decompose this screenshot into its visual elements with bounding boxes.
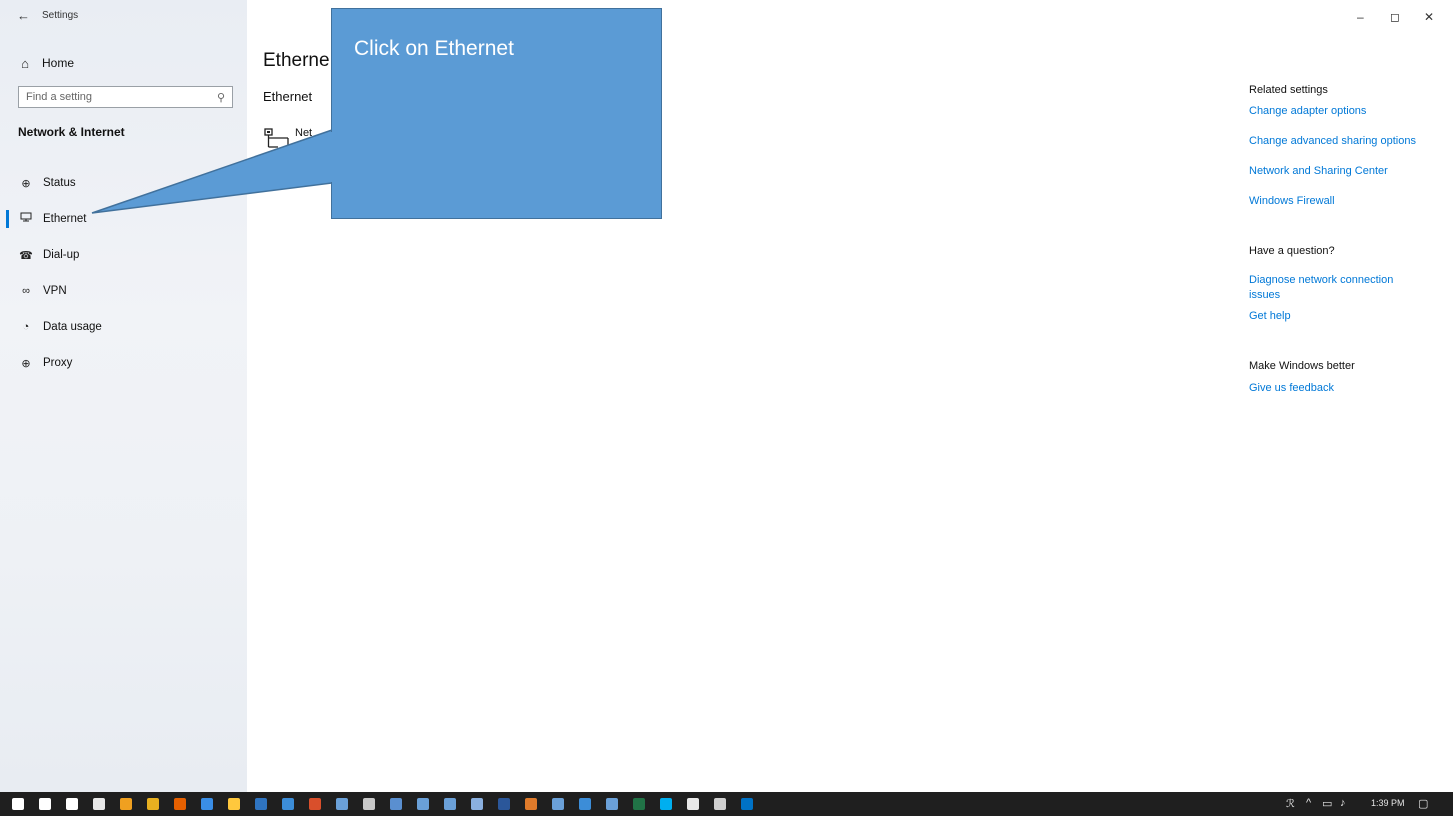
app-14-icon[interactable] [363, 798, 375, 810]
start-button-icon[interactable] [12, 798, 24, 810]
link-network-sharing-center[interactable]: Network and Sharing Center [1249, 164, 1439, 179]
volume-icon[interactable]: ♪ [1340, 797, 1346, 809]
action-center-icon[interactable]: ▢ [1418, 797, 1428, 810]
sidebar-item-dial-up[interactable]: ☎ Dial-up [0, 237, 247, 273]
app-12-icon[interactable] [309, 798, 321, 810]
app-23-icon[interactable] [606, 798, 618, 810]
taskbar: ℛ ^ ▭ ♪ 1:39 PM ▢ [0, 792, 1453, 816]
link-get-help[interactable]: Get help [1249, 309, 1439, 324]
sidebar-item-data-usage[interactable]: ◔ Data usage [0, 309, 247, 345]
callout-seam [330, 132, 334, 182]
cortana-search-icon[interactable] [39, 798, 51, 810]
link-give-feedback[interactable]: Give us feedback [1249, 381, 1439, 396]
question-heading: Have a question? [1249, 245, 1335, 257]
maximize-button[interactable]: ◻ [1390, 10, 1400, 24]
firefox-app-icon[interactable] [174, 798, 186, 810]
app-10-icon[interactable] [255, 798, 267, 810]
store-app-icon[interactable] [93, 798, 105, 810]
proxy-globe-icon: ⊕ [21, 357, 31, 370]
link-diagnose-network[interactable]: Diagnose network connection issues [1249, 273, 1409, 303]
outlook-app-icon[interactable] [741, 798, 753, 810]
app-13-icon[interactable] [336, 798, 348, 810]
sidebar-item-proxy[interactable]: ⊕ Proxy [0, 345, 247, 381]
sidebar-item-label: Proxy [43, 357, 73, 369]
sidebar-item-label: Dial-up [43, 249, 80, 261]
data-usage-icon: ◔ [22, 321, 30, 333]
settings-window: ← Settings ⌂ Home ⚲ Network & Internet ⊕… [0, 0, 1453, 816]
skype-app-icon[interactable] [660, 798, 672, 810]
link-windows-firewall[interactable]: Windows Firewall [1249, 194, 1439, 209]
app-26-icon[interactable] [687, 798, 699, 810]
related-settings-heading: Related settings [1249, 84, 1328, 96]
settings-app-icon[interactable] [714, 798, 726, 810]
vpn-icon: ∞ [22, 285, 30, 297]
app-18-icon[interactable] [471, 798, 483, 810]
clock[interactable]: 1:39 PM [1371, 798, 1405, 808]
chrome-app-icon[interactable] [147, 798, 159, 810]
app-17-icon[interactable] [444, 798, 456, 810]
link-change-adapter-options[interactable]: Change adapter options [1249, 104, 1439, 119]
dial-up-icon: ☎ [19, 249, 33, 262]
sidebar-item-label: Data usage [43, 321, 102, 333]
explorer-app-icon[interactable] [228, 798, 240, 810]
app-11-icon[interactable] [282, 798, 294, 810]
media-app-icon[interactable] [120, 798, 132, 810]
word-app-icon[interactable] [498, 798, 510, 810]
minimize-button[interactable]: – [1357, 10, 1364, 24]
callout-text: Click on Ethernet [354, 37, 514, 60]
edge-app-icon[interactable] [201, 798, 213, 810]
chevron-up-icon[interactable]: ^ [1306, 797, 1311, 809]
excel-app-icon[interactable] [633, 798, 645, 810]
callout-box: Click on Ethernet [331, 8, 662, 219]
app-22-icon[interactable] [579, 798, 591, 810]
task-view-icon[interactable] [66, 798, 78, 810]
people-icon[interactable]: ℛ [1286, 797, 1295, 810]
sidebar-item-vpn[interactable]: ∞ VPN [0, 273, 247, 309]
app-15-icon[interactable] [390, 798, 402, 810]
link-change-advanced-sharing[interactable]: Change advanced sharing options [1249, 134, 1439, 149]
app-20-icon[interactable] [525, 798, 537, 810]
app-16-icon[interactable] [417, 798, 429, 810]
close-button[interactable]: ✕ [1424, 10, 1434, 24]
make-windows-better-heading: Make Windows better [1249, 360, 1355, 372]
network-tray-icon[interactable]: ▭ [1322, 797, 1332, 810]
sidebar-item-label: VPN [43, 285, 67, 297]
app-21-icon[interactable] [552, 798, 564, 810]
